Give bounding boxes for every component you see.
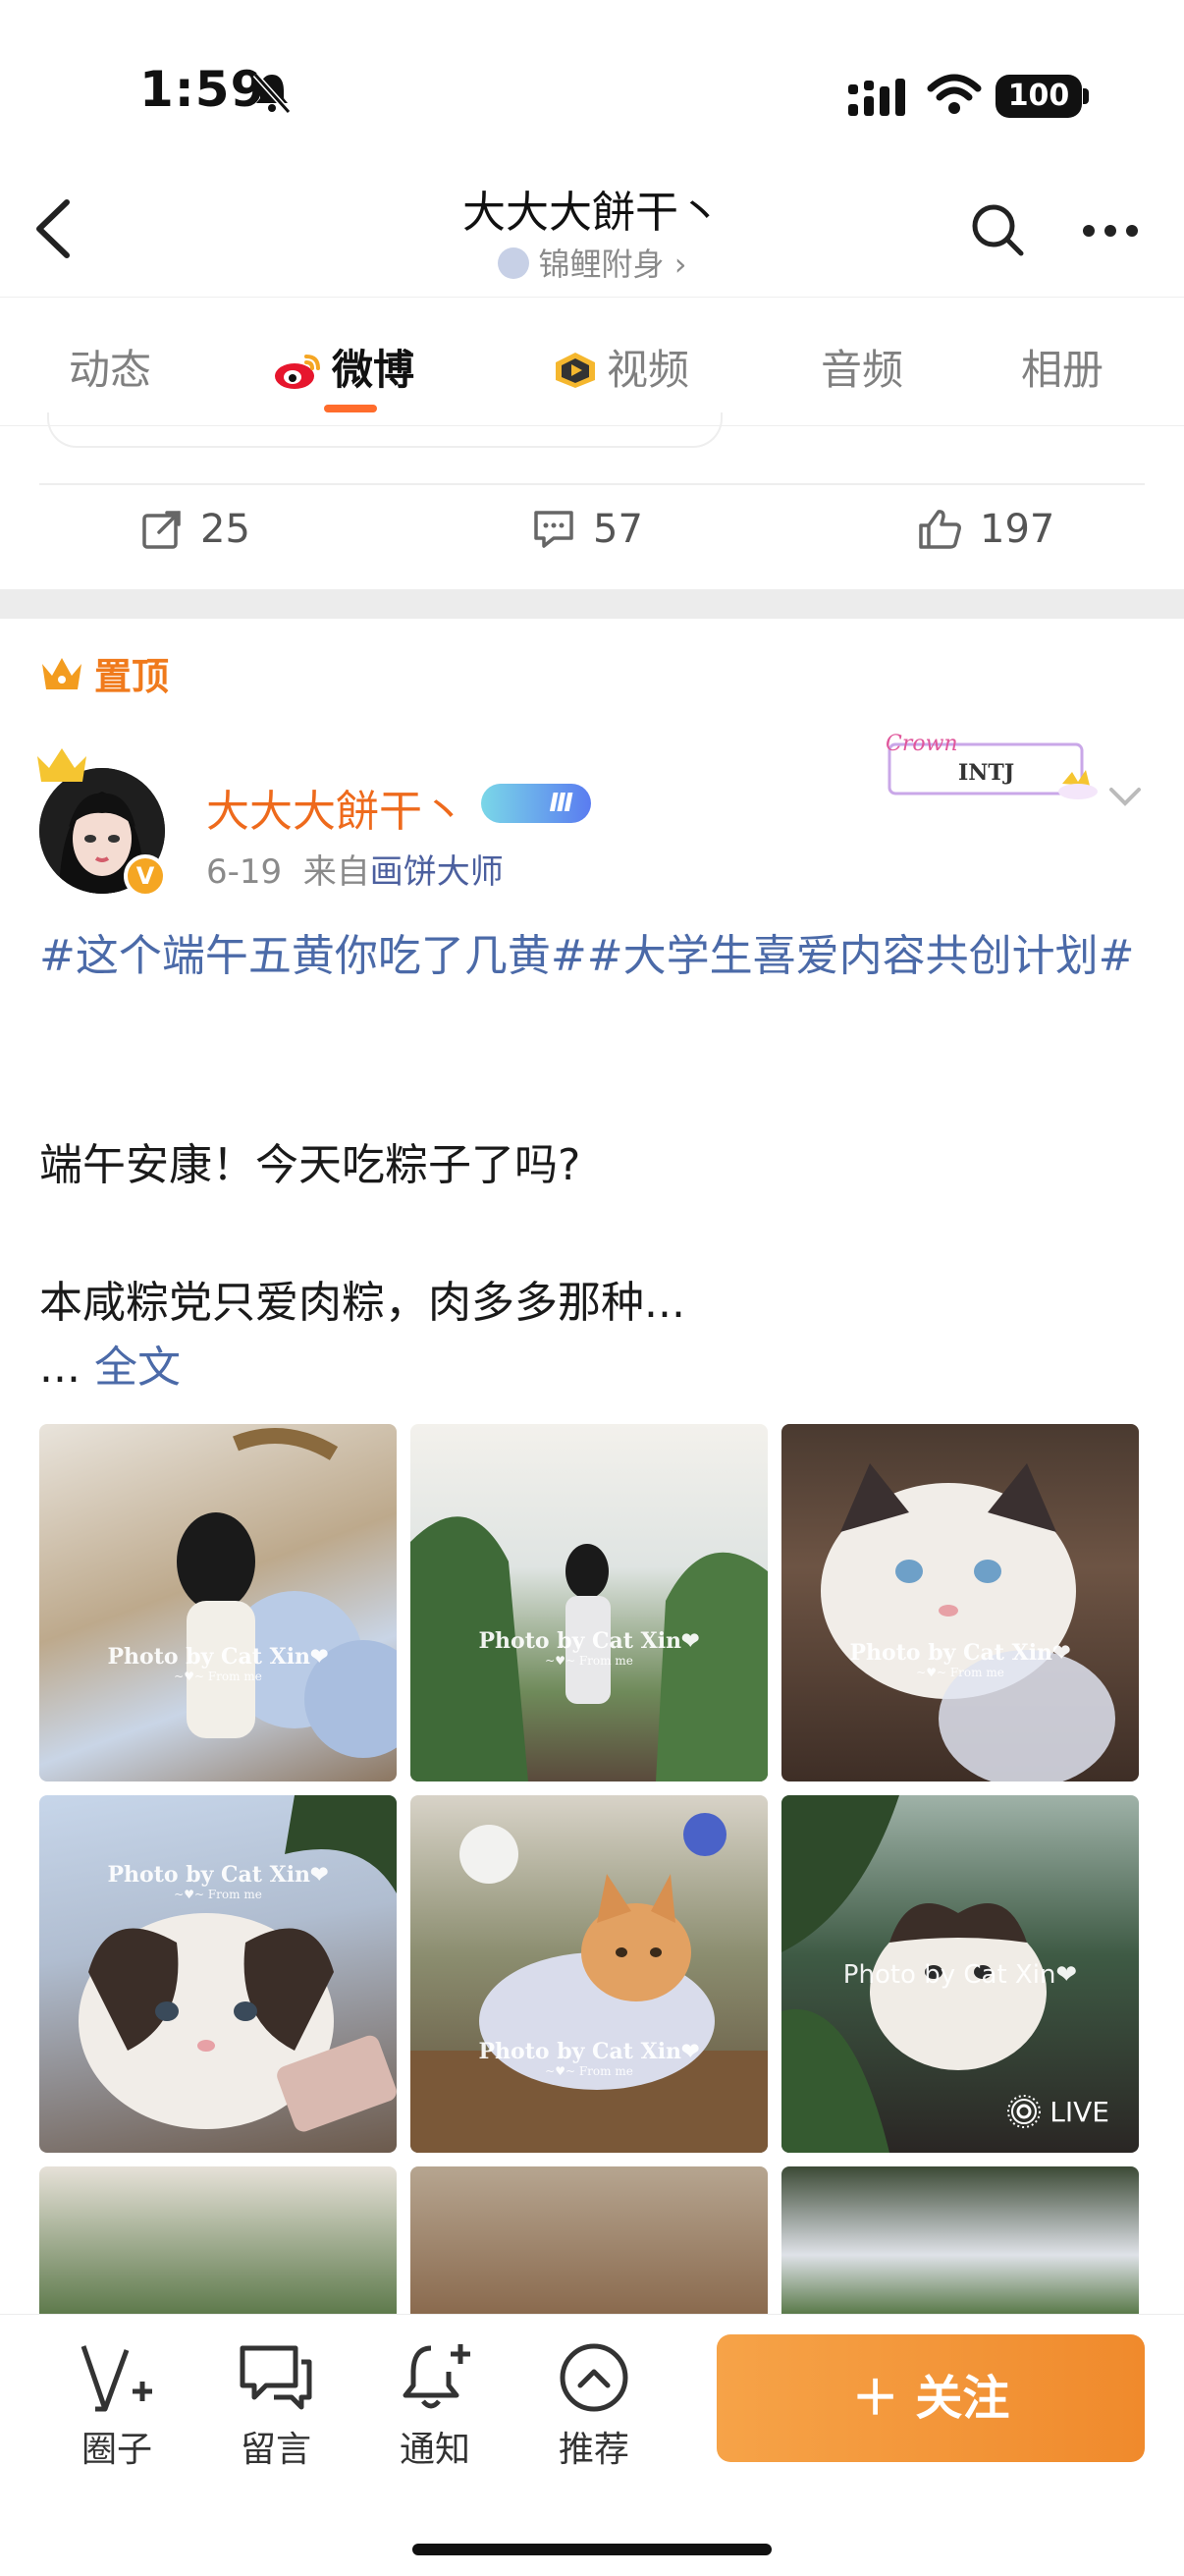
more-options-icon[interactable] bbox=[1082, 224, 1139, 238]
post-meta: 6-19 来自画饼大师 bbox=[206, 845, 504, 893]
message-bubbles-icon bbox=[240, 2345, 312, 2410]
cellular-signal-icon bbox=[848, 79, 905, 116]
koi-label: 锦鲤附身 bbox=[538, 246, 665, 283]
read-full-link[interactable]: 全文 bbox=[94, 1343, 181, 1393]
pinned-text: 置顶 bbox=[94, 655, 170, 698]
tab-audio[interactable]: 音频 bbox=[821, 337, 903, 397]
read-more-row: ... 全文 bbox=[39, 1332, 181, 1395]
pinned-label: 置顶 bbox=[39, 646, 169, 700]
photo-thumbnail[interactable]: Photo by Cat Xin❤ LIVE bbox=[781, 1795, 1139, 2153]
previous-card-edge bbox=[47, 412, 723, 448]
photo-thumbnail[interactable]: Photo by Cat Xin❤ ~♥~ From me bbox=[410, 1795, 768, 2153]
photo-content bbox=[79, 1795, 397, 2132]
repost-button[interactable]: 25 bbox=[141, 507, 250, 552]
notify-label: 通知 bbox=[399, 2430, 470, 2470]
section-separator bbox=[0, 589, 1184, 619]
divider bbox=[39, 483, 1145, 485]
notify-button[interactable]: 通知 bbox=[381, 2340, 489, 2472]
home-indicator bbox=[412, 2544, 772, 2555]
battery-indicator: 100 bbox=[996, 75, 1082, 118]
tab-label: 音频 bbox=[821, 346, 904, 394]
mbti-card-title: Crown bbox=[886, 732, 958, 756]
photo-thumbnail[interactable] bbox=[781, 2166, 1139, 2314]
circle-button[interactable]: 圈子 bbox=[63, 2340, 171, 2472]
chevron-down-icon[interactable] bbox=[1105, 782, 1145, 809]
photo-thumbnail[interactable] bbox=[410, 2166, 768, 2314]
active-tab-indicator bbox=[324, 405, 377, 412]
photo-thumbnail[interactable] bbox=[39, 2166, 397, 2314]
tab-weibo[interactable]: 微博 bbox=[273, 337, 414, 397]
thumbs-up-icon bbox=[919, 510, 961, 549]
source-prefix: 来自 bbox=[302, 852, 370, 892]
member-level-badge[interactable]: Ⅲ bbox=[481, 784, 591, 823]
message-button[interactable]: 留言 bbox=[222, 2340, 330, 2472]
photo-thumbnail[interactable]: Photo by Cat Xin❤ ~♥~ From me bbox=[39, 1795, 397, 2153]
wifi-icon bbox=[927, 74, 982, 114]
profile-nickname-title: 大大大餅干丶 bbox=[462, 188, 722, 238]
comment-button[interactable]: 57 bbox=[532, 507, 643, 552]
repost-count: 25 bbox=[200, 507, 250, 552]
koi-arrow-icon: › bbox=[673, 246, 687, 283]
live-photo-icon bbox=[1007, 2095, 1042, 2128]
mbti-card-type: INTJ bbox=[958, 760, 1014, 786]
mbti-card-decoration[interactable]: Crown INTJ bbox=[876, 723, 1107, 807]
tab-label: 微博 bbox=[332, 346, 415, 394]
battery-tip bbox=[1083, 88, 1089, 104]
circle-label: 圈子 bbox=[81, 2430, 152, 2470]
post-text-line: 本咸粽党只爱肉粽，肉多多那种... bbox=[39, 1278, 685, 1328]
bottom-action-bar: 圈子 留言 通知 推荐 ＋ 关注 bbox=[0, 2314, 1184, 2576]
like-count: 197 bbox=[980, 507, 1055, 552]
recommend-button[interactable]: 推荐 bbox=[540, 2340, 648, 2472]
bell-plus-icon bbox=[403, 2344, 470, 2409]
profile-tab-bar: 动态 微博 视频 音频 相册 bbox=[0, 297, 1184, 426]
photo-thumbnail[interactable]: Photo by Cat Xin❤ ~♥~ From me bbox=[39, 1424, 397, 1781]
message-label: 留言 bbox=[240, 2430, 311, 2470]
photo-thumbnail[interactable]: Photo by Cat Xin❤ ~♥~ From me bbox=[410, 1424, 768, 1781]
ellipsis: ... bbox=[39, 1343, 94, 1393]
circle-v-plus-icon bbox=[81, 2345, 152, 2412]
koi-badge-row[interactable]: 锦鲤附身 › bbox=[295, 240, 889, 285]
koi-icon bbox=[497, 247, 529, 279]
photo-watermark: Photo by Cat Xin❤ ~♥~ From me bbox=[478, 2039, 700, 2078]
repost-icon bbox=[142, 511, 181, 549]
tab-label: 视频 bbox=[607, 346, 690, 394]
back-arrow-icon[interactable] bbox=[31, 196, 75, 261]
search-icon[interactable] bbox=[970, 202, 1025, 257]
status-time: 1:59 bbox=[139, 61, 266, 118]
tab-label: 动态 bbox=[69, 346, 152, 394]
post-source[interactable]: 画饼大师 bbox=[370, 852, 504, 892]
tab-album[interactable]: 相册 bbox=[1021, 337, 1103, 397]
author-name[interactable]: 大大大餅干丶 bbox=[206, 776, 465, 839]
weibo-logo-icon bbox=[273, 351, 324, 390]
photo-watermark: Photo by Cat Xin❤ ~♥~ From me bbox=[107, 1644, 329, 1683]
chevron-up-circle-icon bbox=[560, 2343, 628, 2412]
tab-dynamics[interactable]: 动态 bbox=[69, 337, 151, 397]
like-button[interactable]: 197 bbox=[917, 507, 1054, 552]
verified-badge: V bbox=[124, 854, 167, 898]
photo-thumbnail[interactable]: Photo by Cat Xin❤ ~♥~ From me bbox=[781, 1424, 1139, 1781]
member-crown-icon bbox=[37, 748, 86, 782]
tab-label: 相册 bbox=[1021, 346, 1104, 394]
photo-content bbox=[410, 1813, 768, 2153]
tab-video[interactable]: 视频 bbox=[552, 337, 689, 397]
photo-content bbox=[821, 1463, 1115, 1781]
photo-watermark: Photo by Cat Xin❤ ~♥~ From me bbox=[849, 1640, 1071, 1679]
comment-icon bbox=[534, 511, 573, 548]
post-text-line: 端午安康！今天吃粽子了吗? bbox=[39, 1140, 581, 1190]
video-play-icon bbox=[552, 351, 599, 390]
bell-muted-icon bbox=[252, 72, 292, 114]
photo-content bbox=[177, 1428, 397, 1758]
crown-icon bbox=[42, 657, 81, 689]
recommend-label: 推荐 bbox=[558, 2430, 629, 2470]
photo-watermark: Photo by Cat Xin❤ bbox=[842, 1960, 1078, 1990]
live-label: LIVE bbox=[1049, 2095, 1109, 2128]
photo-content bbox=[410, 1516, 768, 1781]
comment-count: 57 bbox=[593, 507, 643, 552]
follow-button[interactable]: ＋ 关注 bbox=[717, 2334, 1145, 2462]
post-topic-tags[interactable]: #这个端午五黄你吃了几黄##大学生喜爱内容共创计划# bbox=[39, 923, 1149, 990]
photo-watermark: Photo by Cat Xin❤ ~♥~ From me bbox=[478, 1628, 700, 1668]
live-photo-badge: LIVE bbox=[1006, 2094, 1109, 2129]
post-date: 6-19 bbox=[206, 852, 283, 892]
photo-watermark: Photo by Cat Xin❤ ~♥~ From me bbox=[107, 1862, 329, 1901]
